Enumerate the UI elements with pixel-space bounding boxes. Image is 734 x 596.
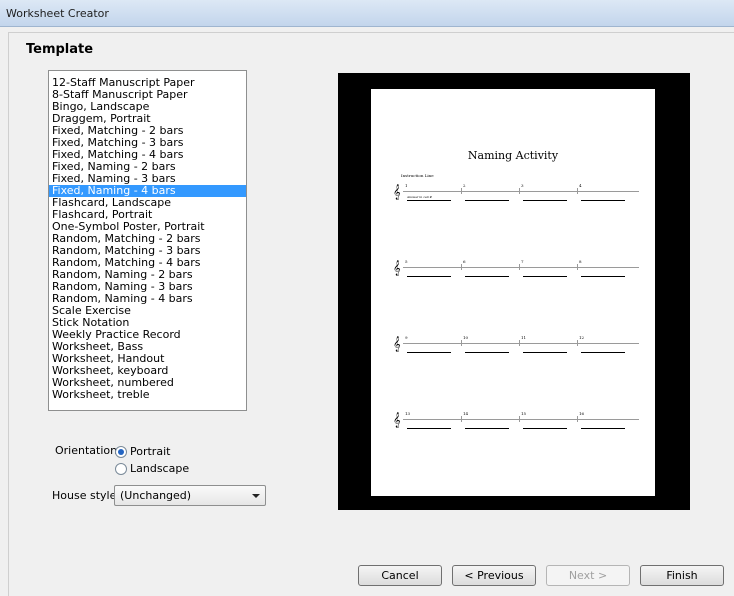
answer-line xyxy=(523,200,567,201)
barline xyxy=(519,264,520,270)
house-style-select[interactable]: (Unchanged) xyxy=(114,485,266,506)
answer-line xyxy=(407,200,451,201)
answer-line xyxy=(581,276,625,277)
barline xyxy=(461,416,462,422)
answer-line xyxy=(523,276,567,277)
answer-line xyxy=(523,428,567,429)
preview-instruction: Instruction Line xyxy=(401,173,434,178)
house-style-value: (Unchanged) xyxy=(120,489,192,502)
barline xyxy=(577,264,578,270)
next-button[interactable]: Next > xyxy=(546,565,630,586)
measure-number: 2 xyxy=(463,183,466,188)
answer-line xyxy=(465,276,509,277)
answer-line xyxy=(523,352,567,353)
measure-number: 4 xyxy=(579,183,582,188)
portrait-radio[interactable] xyxy=(115,446,127,458)
answer-line xyxy=(407,428,451,429)
template-listbox[interactable]: 12-Staff Manuscript Paper 8-Staff Manuscr… xyxy=(48,70,247,411)
cancel-button[interactable]: Cancel xyxy=(358,565,442,586)
previous-button[interactable]: < Previous xyxy=(452,565,536,586)
orientation-label: Orientation: xyxy=(55,444,121,457)
landscape-radio-label[interactable]: Landscape xyxy=(130,462,189,475)
treble-clef-icon: 𝄞 xyxy=(393,261,401,276)
finish-button[interactable]: Finish xyxy=(640,565,724,586)
measure-number: 14 xyxy=(463,411,469,416)
staff-row: 𝄞 1 2 3 4 Answer in cell # xyxy=(393,183,641,203)
preview-page: Naming Activity Instruction Line 𝄞 1 2 3 4 An… xyxy=(371,89,655,496)
house-style-label: House style: xyxy=(52,489,121,502)
answer-line xyxy=(581,200,625,201)
barline xyxy=(519,188,520,194)
answer-line xyxy=(465,200,509,201)
answer-line xyxy=(581,428,625,429)
measure-number: 8 xyxy=(579,259,582,264)
barline xyxy=(519,340,520,346)
staff-line xyxy=(403,419,639,420)
title-bar: Worksheet Creator xyxy=(0,0,734,27)
template-preview: Naming Activity Instruction Line 𝄞 1 2 3 4 An… xyxy=(338,73,690,510)
measure-number: 1 xyxy=(405,183,408,188)
section-title: Template xyxy=(26,42,94,57)
barline xyxy=(577,340,578,346)
staff-line xyxy=(403,191,639,192)
measure-number: 13 xyxy=(405,411,411,416)
measure-number: 3 xyxy=(521,183,524,188)
window-title: Worksheet Creator xyxy=(6,7,109,20)
staff-row: 𝄞 5 6 7 8 xyxy=(393,259,641,279)
preview-title: Naming Activity xyxy=(467,149,559,162)
treble-clef-icon: 𝄞 xyxy=(393,185,401,200)
staff-line xyxy=(403,267,639,268)
chevron-down-icon xyxy=(252,494,260,498)
answer-line xyxy=(407,276,451,277)
measure-number: 10 xyxy=(463,335,469,340)
answer-line xyxy=(465,428,509,429)
measure-number: 7 xyxy=(521,259,524,264)
measure-number: 15 xyxy=(521,411,527,416)
barline xyxy=(461,188,462,194)
answer-line xyxy=(465,352,509,353)
measure-number: 9 xyxy=(405,335,408,340)
landscape-radio[interactable] xyxy=(115,463,127,475)
treble-clef-icon: 𝄞 xyxy=(393,413,401,428)
staff-row: 𝄞 9 10 11 12 xyxy=(393,335,641,355)
barline xyxy=(519,416,520,422)
measure-number: 16 xyxy=(579,411,585,416)
barline xyxy=(577,188,578,194)
staff-row: 𝄞 13 14 15 16 xyxy=(393,411,641,431)
staff-line xyxy=(403,343,639,344)
measure-number: 11 xyxy=(521,335,527,340)
measure-number: 6 xyxy=(463,259,466,264)
treble-clef-icon: 𝄞 xyxy=(393,337,401,352)
list-item[interactable]: Worksheet, treble xyxy=(49,389,246,401)
answer-hint: Answer in cell # xyxy=(407,195,433,199)
barline xyxy=(461,340,462,346)
portrait-radio-label[interactable]: Portrait xyxy=(130,445,170,458)
answer-line xyxy=(407,352,451,353)
barline xyxy=(461,264,462,270)
measure-number: 5 xyxy=(405,259,408,264)
barline xyxy=(577,416,578,422)
answer-line xyxy=(581,352,625,353)
measure-number: 12 xyxy=(579,335,585,340)
